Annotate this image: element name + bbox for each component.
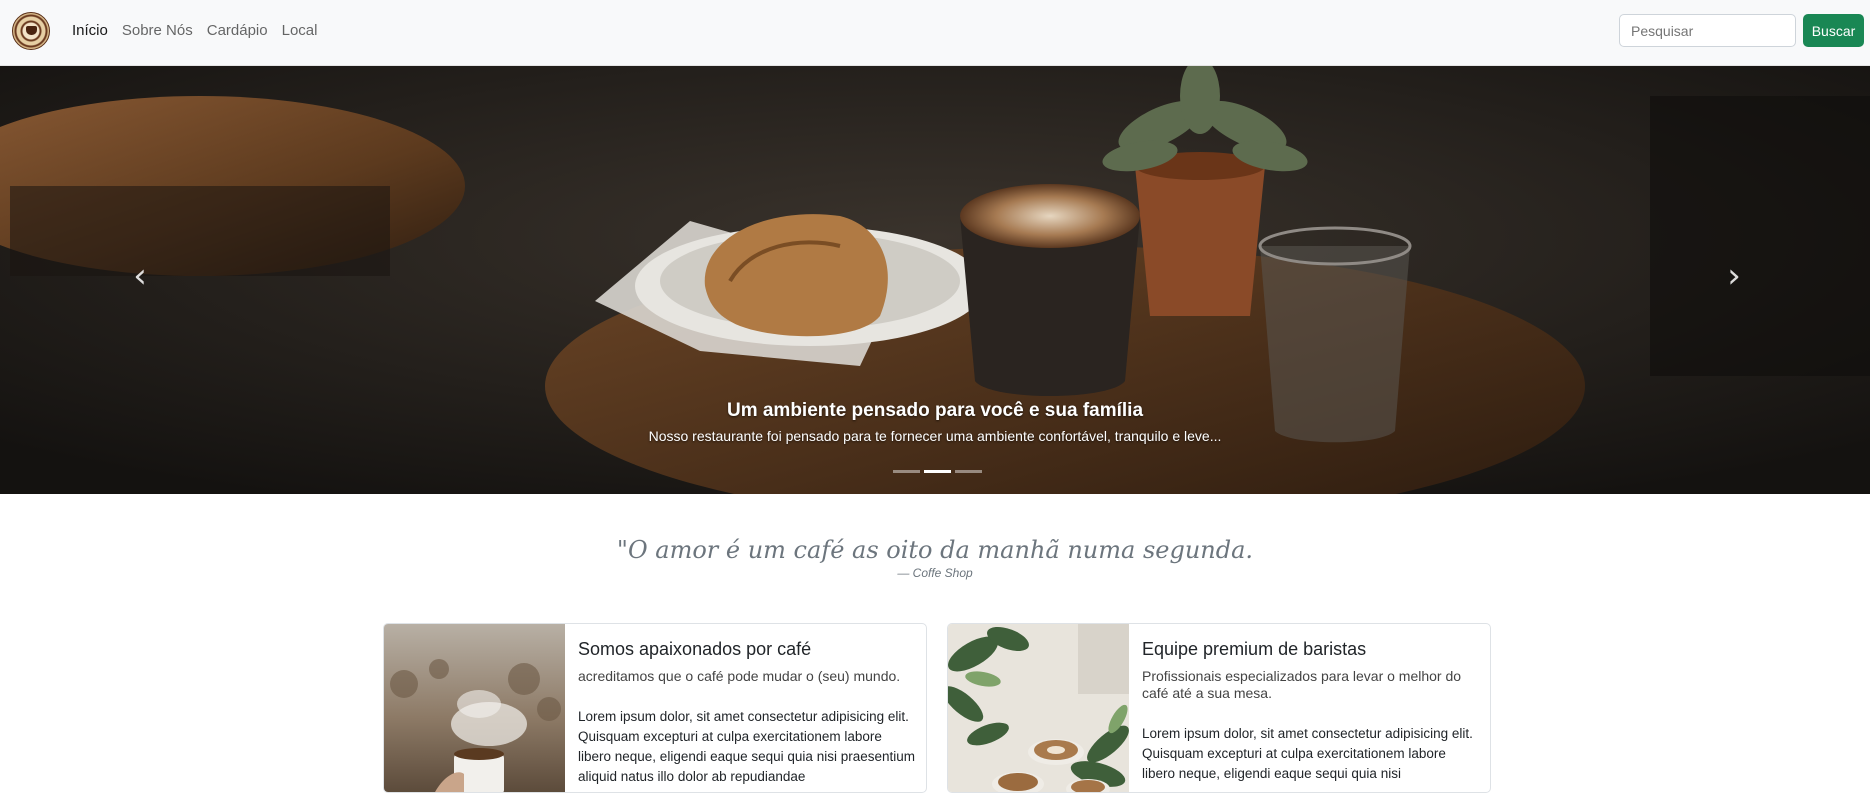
search-input[interactable] (1619, 14, 1796, 47)
feature-card-coffee: Somos apaixonados por café acreditamos q… (383, 623, 927, 793)
card-text: Lorem ipsum dolor, sit amet consectetur … (1142, 726, 1473, 781)
coffee-logo-icon[interactable] (12, 12, 50, 50)
quote-text: "O amor é um café as oito da manhã numa … (616, 536, 1254, 564)
carousel-next-icon[interactable]: › (1714, 256, 1754, 296)
nav-link-sobre-nos[interactable]: Sobre Nós (122, 21, 193, 41)
card-title: Somos apaixonados por café (578, 639, 812, 659)
quote-author: — Coffe Shop (897, 566, 973, 580)
card-body: Equipe premium de baristas Profissionais… (1142, 638, 1482, 784)
carousel-indicator-2[interactable] (924, 470, 951, 473)
plants-and-lattes-photo (948, 624, 1129, 792)
nav-link-inicio[interactable]: Início (72, 21, 108, 41)
search-button[interactable]: Buscar (1803, 14, 1864, 47)
card-text: Lorem ipsum dolor, sit amet consectetur … (578, 709, 915, 784)
carousel-indicators (893, 470, 982, 473)
navbar: Início Sobre Nós Cardápio Local Buscar (0, 0, 1870, 66)
coffee-cup-steam-photo (384, 624, 565, 792)
carousel-caption-title: Um ambiente pensado para você e sua famí… (726, 400, 1144, 421)
carousel-prev-icon[interactable]: ‹ (120, 256, 160, 296)
card-subtitle: Profissionais especializados para levar … (1142, 668, 1462, 701)
feature-card-baristas: Equipe premium de baristas Profissionais… (947, 623, 1491, 793)
hero-carousel: ‹ › Um ambiente pensado para você e sua … (0, 66, 1870, 494)
card-body: Somos apaixonados por café acreditamos q… (578, 638, 918, 787)
carousel-indicator-3[interactable] (955, 470, 982, 473)
nav-link-local[interactable]: Local (282, 21, 318, 41)
card-subtitle: acreditamos que o café pode mudar o (seu… (578, 668, 901, 684)
nav-link-cardapio[interactable]: Cardápio (207, 21, 268, 41)
main-nav: Início Sobre Nós Cardápio Local (72, 21, 331, 41)
card-title: Equipe premium de baristas (1142, 639, 1367, 659)
carousel-indicator-1[interactable] (893, 470, 920, 473)
carousel-caption-text: Nosso restaurante foi pensado para te fo… (648, 428, 1222, 444)
